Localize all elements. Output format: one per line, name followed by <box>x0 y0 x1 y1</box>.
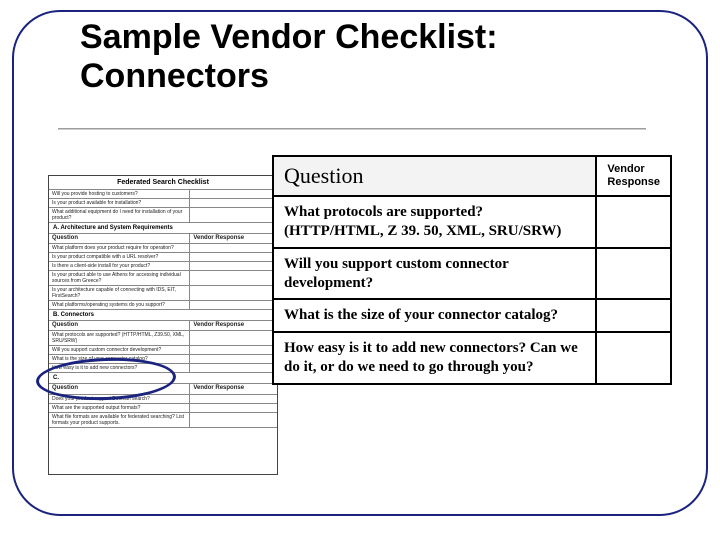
slide-title: Sample Vendor Checklist: Connectors <box>80 18 660 96</box>
title-underline <box>58 128 646 130</box>
table-row: How easy is it to add new connectors? Ca… <box>273 332 671 384</box>
response-cell <box>596 299 671 332</box>
thumb-heading: Federated Search Checklist <box>49 176 277 190</box>
response-cell <box>596 248 671 300</box>
question-cell: What is the size of your connector catal… <box>273 299 596 332</box>
question-cell: What protocols are supported? (HTTP/HTML… <box>273 196 596 248</box>
table-row: Will you support custom connector develo… <box>273 248 671 300</box>
table-row: What is the size of your connector catal… <box>273 299 671 332</box>
table-header-row: Question Vendor Response <box>273 156 671 196</box>
response-header: Vendor Response <box>596 156 671 196</box>
question-cell: Will you support custom connector develo… <box>273 248 596 300</box>
checklist-table: Question Vendor Response What protocols … <box>272 155 672 385</box>
question-cell: How easy is it to add new connectors? Ca… <box>273 332 596 384</box>
document-thumbnail: Federated Search Checklist Will you prov… <box>48 175 278 475</box>
table-row: What protocols are supported? (HTTP/HTML… <box>273 196 671 248</box>
response-cell <box>596 332 671 384</box>
response-cell <box>596 196 671 248</box>
question-header: Question <box>273 156 596 196</box>
